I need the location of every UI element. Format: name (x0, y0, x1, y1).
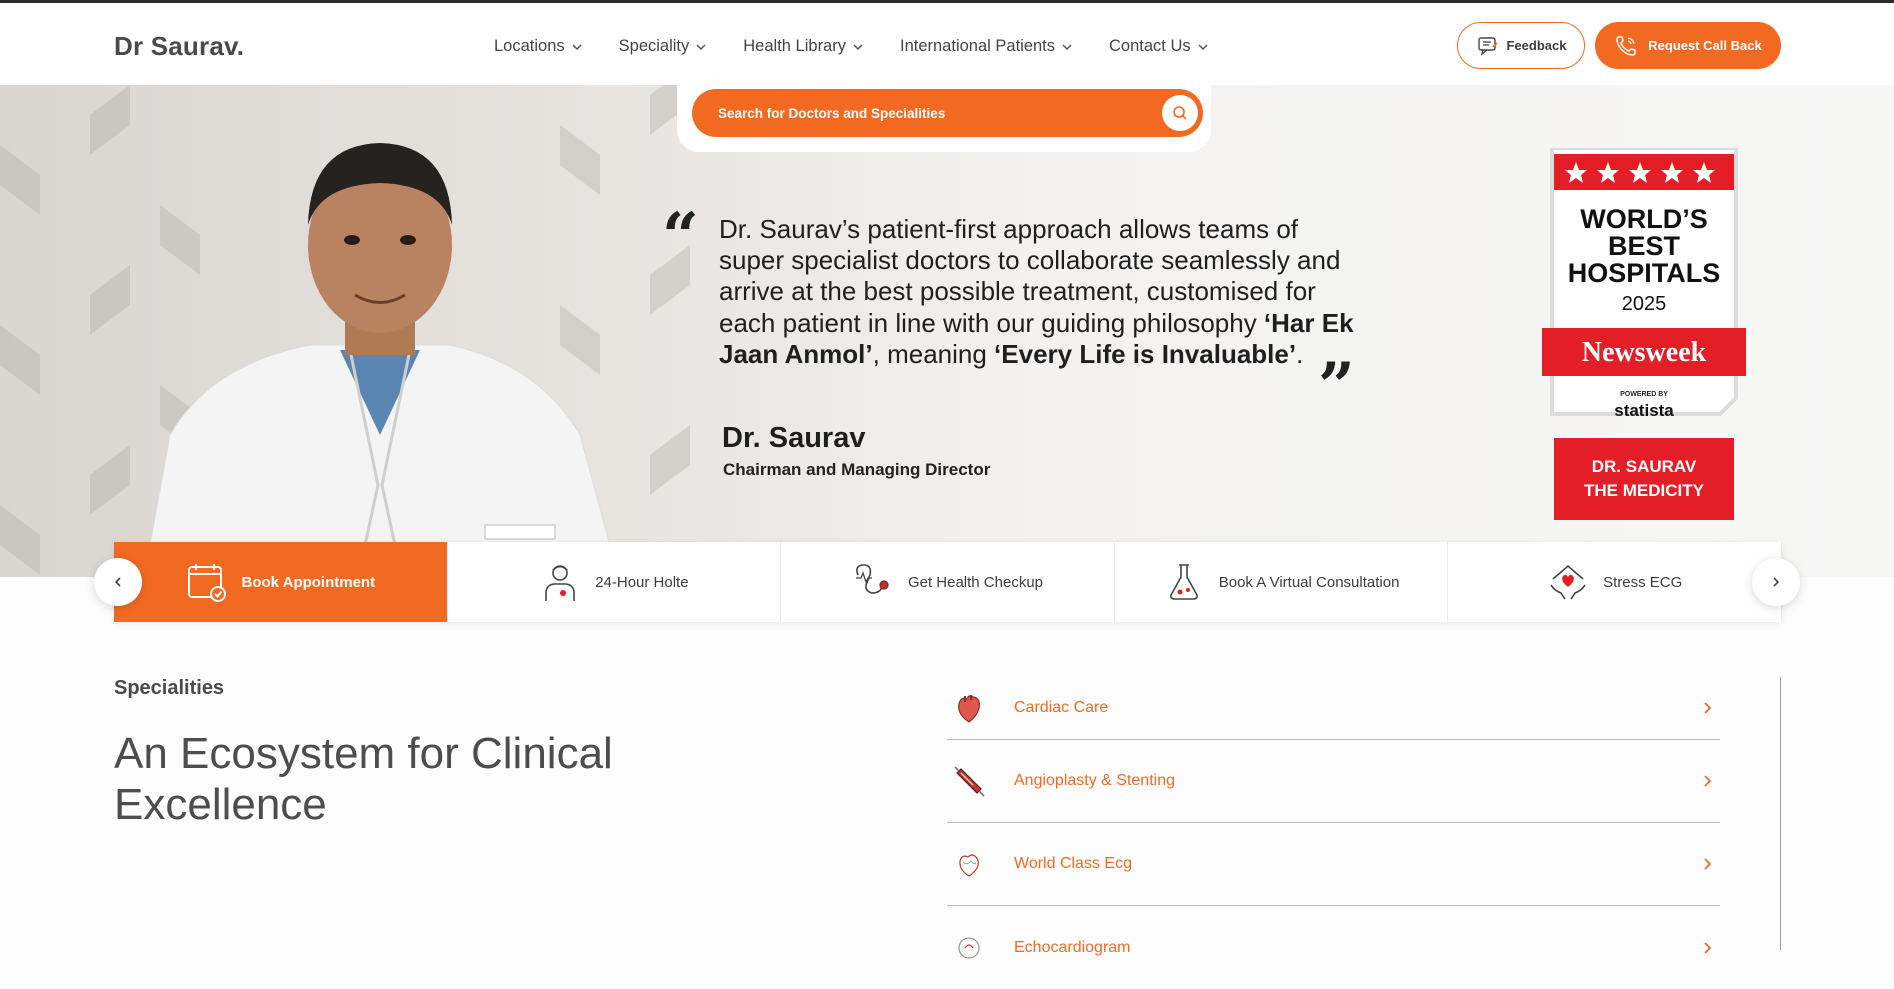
stethoscope-icon (855, 564, 889, 594)
search-placeholder: Search for Doctors and Specialities (718, 105, 946, 121)
svg-text:DR. SAURAV: DR. SAURAV (1592, 457, 1697, 476)
quick-link-label: Book A Virtual Consultation (1218, 573, 1400, 591)
quick-link-label: Stress ECG (1603, 573, 1683, 591)
stent-icon (954, 766, 985, 797)
request-call-back-button[interactable]: Request Call Back (1595, 22, 1781, 69)
nav-contact-us[interactable]: Contact Us (1109, 37, 1209, 56)
quick-links-prev-button[interactable] (94, 558, 142, 606)
quick-links-next-button[interactable] (1752, 558, 1800, 606)
echo-icon (958, 936, 980, 959)
phone-icon (1616, 35, 1637, 56)
nav-international-patients[interactable]: International Patients (900, 37, 1073, 56)
nav-label: International Patients (899, 37, 1056, 55)
callback-label: Request Call Back (1648, 38, 1762, 53)
chevron-right-icon (1704, 941, 1712, 954)
chevron-down-icon (696, 43, 706, 50)
nav-label: Locations (494, 37, 565, 55)
search-input[interactable]: Search for Doctors and Specialities (692, 89, 1203, 137)
open-quote-mark: “ (662, 199, 699, 274)
svg-text:2025: 2025 (1622, 293, 1667, 315)
svg-text:HOSPITALS: HOSPITALS (1568, 258, 1721, 288)
quote-author-role: Chairman and Managing Director (723, 460, 991, 479)
svg-text:WORLD’S: WORLD’S (1580, 204, 1708, 234)
heart-sketch-icon (959, 854, 979, 877)
chevron-right-icon (1704, 775, 1712, 787)
feedback-label: Feedback (1506, 38, 1567, 53)
chevron-right-icon (1773, 577, 1780, 587)
newsweek-award-badge: WORLD’S BEST HOSPITALS 2025 Newsweek POW… (1542, 148, 1746, 520)
doctor-icon (545, 565, 575, 601)
chevron-right-icon (1704, 858, 1712, 870)
quick-link-stress-ecg[interactable]: Stress ECG (1448, 542, 1782, 622)
nav-label: Speciality (618, 37, 690, 55)
quick-link-label: Book Appointment (241, 573, 376, 591)
specialities-list: Cardiac Care Angioplasty & Stenting Worl… (947, 677, 1720, 989)
site-header: Dr Saurav. Locations Speciality Health L… (0, 3, 1894, 85)
quick-links-bar: Book Appointment 24-Hour Holte Get Healt… (114, 542, 1782, 622)
chevron-down-icon (853, 43, 863, 50)
nav-label: Health Library (743, 37, 846, 55)
specialities-heading: An Ecosystem for Clinical Excellence (114, 729, 613, 829)
site-logo[interactable]: Dr Saurav. (114, 31, 244, 62)
quick-link-virtual-consultation[interactable]: Book A Virtual Consultation (1115, 542, 1449, 622)
svg-text:POWERED BY: POWERED BY (1620, 391, 1668, 398)
search-button[interactable] (1162, 95, 1198, 131)
chevron-down-icon (1062, 43, 1072, 50)
heart-hands-icon (1550, 564, 1586, 600)
main-nav: Locations Speciality Health Library Inte… (494, 37, 1245, 56)
svg-text:Newsweek: Newsweek (1582, 337, 1707, 368)
nav-health-library[interactable]: Health Library (743, 37, 864, 56)
speciality-name: World Class Ecg (1014, 855, 1132, 872)
flask-icon (1169, 564, 1198, 600)
specialities-label: Specialities (114, 677, 225, 699)
quote-author-name: Dr. Saurav (722, 422, 866, 454)
speciality-name: Cardiac Care (1014, 699, 1109, 716)
heart-organ-icon (958, 695, 980, 723)
speciality-name: Angioplasty & Stenting (1014, 772, 1175, 789)
chevron-right-icon (1704, 702, 1712, 714)
doctor-portrait (150, 143, 610, 545)
chevron-down-icon (572, 43, 582, 50)
speciality-name: Echocardiogram (1014, 938, 1131, 956)
search-icon (1173, 106, 1187, 120)
calendar-check-icon (187, 564, 226, 602)
nav-speciality[interactable]: Speciality (619, 37, 708, 56)
quick-link-label: Get Health Checkup (907, 573, 1044, 591)
feedback-button[interactable]: Feedback (1457, 22, 1585, 69)
hero-quote: Dr. Saurav’s patient-first approach allo… (719, 214, 1354, 369)
speciality-world-class-ecg[interactable]: World Class Ecg (947, 823, 1720, 906)
quick-link-label: 24-Hour Holte (595, 573, 689, 591)
quick-link-24-hour-holte[interactable]: 24-Hour Holte (448, 542, 782, 622)
quick-link-health-checkup[interactable]: Get Health Checkup (781, 542, 1115, 622)
chevron-down-icon (1198, 43, 1208, 50)
speciality-angioplasty-stenting[interactable]: Angioplasty & Stenting (947, 740, 1720, 823)
hero-banner: “ Dr. Saurav’s patient-first approach al… (0, 85, 1894, 577)
quick-link-book-appointment[interactable]: Book Appointment (114, 542, 448, 622)
svg-text:BEST: BEST (1608, 231, 1681, 261)
nav-label: Contact Us (1109, 37, 1191, 55)
specialities-divider (1780, 677, 1781, 950)
chevron-left-icon (114, 577, 121, 587)
speciality-echocardiogram[interactable]: Echocardiogram (947, 906, 1720, 989)
close-quote-mark: ” (1318, 349, 1355, 424)
speciality-cardiac-care[interactable]: Cardiac Care (947, 677, 1720, 740)
svg-text:THE MEDICITY: THE MEDICITY (1584, 481, 1705, 500)
nav-locations[interactable]: Locations (494, 37, 583, 56)
feedback-icon (1477, 36, 1498, 56)
svg-text:statista: statista (1614, 401, 1674, 420)
